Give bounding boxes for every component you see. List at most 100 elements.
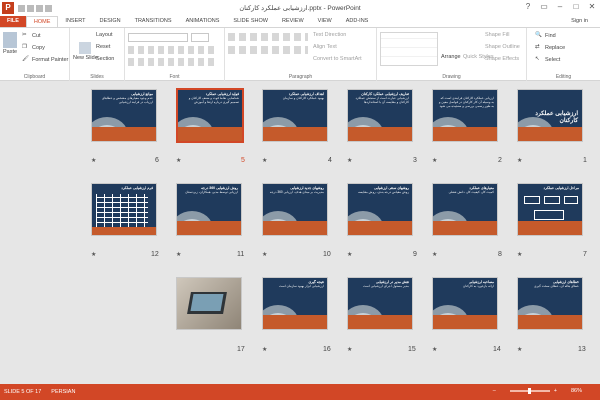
font-effects-buttons[interactable] [128, 58, 218, 66]
font-size-input[interactable] [191, 33, 209, 42]
slides-label: Slides [90, 74, 104, 80]
slide-number: 12 [151, 251, 159, 258]
replace-button[interactable]: ⇄ Replace [535, 44, 565, 52]
paste-button[interactable]: Paste [3, 32, 17, 55]
editing-label: Editing [555, 74, 572, 80]
alignment-buttons[interactable] [228, 46, 308, 54]
zoom-control: – + 86% [493, 388, 592, 394]
minimize-icon[interactable]: – [552, 0, 568, 14]
align-text-button[interactable]: Align Text [313, 44, 337, 50]
slides-group: New Slide Layout Reset Section Slides [70, 28, 125, 81]
slide-thumbnail[interactable]: روش ارزشیابی 360 درجه ارزیابی توسط مدیر، … [176, 183, 242, 236]
slide-thumbnail[interactable]: مراحل ارزشیابی عملکرد [517, 183, 583, 236]
clipboard-label: Clipboard [23, 74, 46, 80]
paragraph-label: Paragraph [288, 74, 313, 80]
slide-thumbnail[interactable]: اهداف ارزشیابی عملکرد بهبود عملکرد کارکنا… [262, 89, 328, 142]
slide-thumbnail[interactable]: ارزیابی عملکرد کارکنان فرایندی است که به… [432, 89, 498, 142]
zoom-in-icon[interactable]: + [554, 388, 557, 394]
slide-thumbnail-selected[interactable]: فواید ارزشیابی عملکرد شناسایی نقاط قوت و … [176, 88, 244, 143]
maximize-icon[interactable]: □ [568, 0, 584, 14]
slide-number: 1 [583, 157, 587, 164]
slide-thumbnail[interactable]: مصاحبه ارزشیابی ارائه بازخورد به کارکنان [432, 277, 498, 330]
drawing-label: Drawing [442, 74, 461, 80]
drawing-group: Arrange Quick Styles Shape Fill Shape Ou… [377, 28, 527, 81]
text-direction-button[interactable]: Text Direction [313, 32, 346, 38]
tab-design[interactable]: DESIGN [93, 16, 128, 27]
shapes-gallery[interactable] [380, 32, 438, 66]
section-button[interactable]: Section [96, 56, 114, 62]
slide-thumbnail[interactable]: روشهای سنتی ارزشیابی روش مقیاس درجه بندی،… [347, 183, 413, 236]
find-button[interactable]: 🔍 Find [535, 32, 556, 40]
replace-icon: ⇄ [535, 44, 540, 50]
slide-number: 6 [155, 157, 159, 164]
slide-counter: SLIDE 5 OF 17 [4, 389, 42, 395]
zoom-level[interactable]: 86% [571, 388, 582, 394]
slide-thumbnail[interactable] [176, 277, 242, 330]
cut-button[interactable]: ✂ Cut [22, 32, 41, 40]
new-slide-icon [79, 42, 92, 54]
brush-icon: 🖌 [22, 56, 29, 62]
list-buttons[interactable] [228, 33, 308, 41]
editing-group: 🔍 Find ⇄ Replace ↖ Select Editing [527, 28, 600, 81]
slide-thumbnail[interactable]: روشهای جدید ارزشیابی مدیریت بر مبنای هدف،… [262, 183, 328, 236]
copy-icon: ❐ [22, 44, 27, 50]
slide-number: 15 [408, 346, 416, 353]
slide-thumbnail[interactable]: نقش مدیر در ارزشیابی مدیر مسئول اجرای ارز… [347, 277, 413, 330]
transition-icon: ★ [432, 347, 438, 353]
transition-icon: ★ [176, 252, 182, 258]
slide-number: 7 [583, 251, 587, 258]
slide-number: 2 [498, 157, 502, 164]
slide-number: 3 [413, 157, 417, 164]
tab-home[interactable]: HOME [25, 16, 59, 27]
transition-icon: ★ [347, 347, 353, 353]
smartart-button[interactable]: Convert to SmartArt [313, 56, 362, 62]
slide-thumbnail[interactable]: نتیجه گیری ارزشیابی ابزار بهبود سازمان اس… [262, 277, 328, 330]
window-title: ارزشیابی عملکرد کارکنان.pptx - PowerPoin… [239, 5, 361, 12]
new-slide-button[interactable]: New Slide [73, 42, 98, 61]
tab-animations[interactable]: ANIMATIONS [179, 16, 227, 27]
slide-thumbnail[interactable]: معیارهای عملکرد کمیت کار، کیفیت کار، دانش… [432, 183, 498, 236]
font-name-input[interactable] [128, 33, 188, 42]
reset-button[interactable]: Reset [96, 44, 110, 50]
transition-icon: ★ [347, 158, 353, 164]
cursor-icon: ↖ [535, 56, 540, 62]
zoom-slider[interactable] [509, 388, 550, 394]
shape-effects-button[interactable]: Shape Effects [485, 56, 519, 62]
help-icon[interactable]: ? [520, 0, 536, 14]
tab-review[interactable]: REVIEW [275, 16, 311, 27]
slide-number: 17 [237, 346, 245, 353]
slide-thumbnail[interactable]: موانع ارزشیابی عدم وجود معیارهای مشخص و خ… [91, 89, 157, 142]
transition-icon: ★ [262, 158, 268, 164]
ribbon-display-icon[interactable]: ▭ [536, 0, 552, 14]
transition-icon: ★ [91, 158, 97, 164]
font-format-buttons[interactable] [128, 46, 218, 54]
format-painter-button[interactable]: 🖌 Format Painter [22, 56, 68, 64]
slide-thumbnail[interactable]: ارزشیابی عملکرد کارکنان [517, 89, 583, 142]
slide-thumbnail[interactable]: تعاریف ارزشیابی عملکرد کارکنان ارزشیابی ع… [347, 89, 413, 142]
tab-transitions[interactable]: TRANSITIONS [128, 16, 179, 27]
slide-number: 5 [241, 157, 245, 164]
language-indicator[interactable]: PERSIAN [51, 389, 75, 395]
zoom-out-icon[interactable]: – [493, 388, 496, 394]
slide-thumbnail[interactable]: فرم ارزشیابی عملکرد [91, 183, 157, 236]
sign-in-link[interactable]: Sign in [571, 18, 588, 24]
tab-add-ins[interactable]: ADD-INS [339, 16, 376, 27]
paste-icon [3, 32, 18, 48]
select-button[interactable]: ↖ Select [535, 56, 560, 64]
copy-button[interactable]: ❐ Copy [22, 44, 45, 52]
tab-slide-show[interactable]: SLIDE SHOW [226, 16, 275, 27]
slide-thumbnail[interactable]: خطاهای ارزشیابی خطای هاله ای، خطای سخت گی… [517, 277, 583, 330]
slide-number: 4 [328, 157, 332, 164]
transition-icon: ★ [347, 252, 353, 258]
arrange-button[interactable]: Arrange [441, 54, 461, 60]
close-icon[interactable]: ✕ [584, 0, 600, 14]
tab-file[interactable]: FILE [0, 16, 26, 27]
shape-outline-button[interactable]: Shape Outline [485, 44, 520, 50]
ribbon-tabs: FILE HOME INSERT DESIGN TRANSITIONS ANIM… [0, 16, 600, 27]
tab-insert[interactable]: INSERT [58, 16, 92, 27]
slide-number: 14 [493, 346, 501, 353]
transition-icon: ★ [176, 158, 182, 164]
tab-view[interactable]: VIEW [311, 16, 339, 27]
layout-button[interactable]: Layout [96, 32, 113, 38]
shape-fill-button[interactable]: Shape Fill [485, 32, 509, 38]
